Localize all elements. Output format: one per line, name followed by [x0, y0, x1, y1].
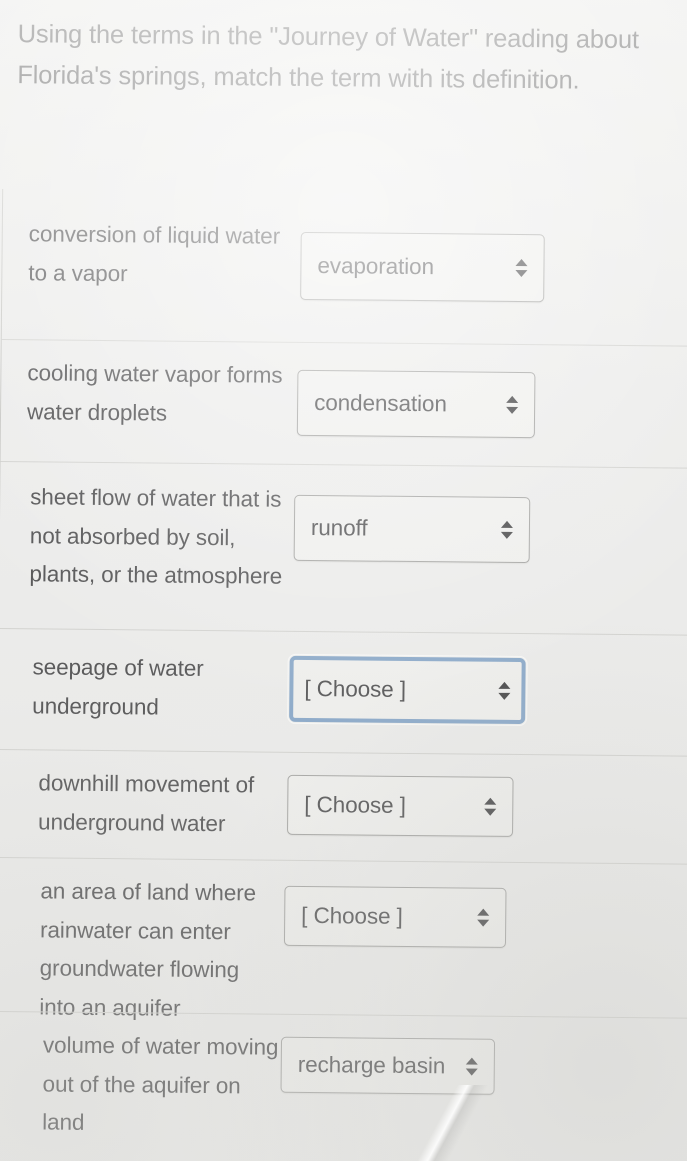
answer-select-0[interactable]: evaporation — [300, 231, 545, 303]
question-prompt: Using the terms in the "Journey of Water… — [17, 20, 640, 95]
answer-select-5-value: [ Choose ] — [301, 902, 403, 929]
term-definition-text: downhill movement of underground water — [37, 770, 255, 836]
answer-select-3[interactable]: [ Choose ] — [287, 653, 528, 727]
table-row: an area of land where rainwater can ente… — [0, 857, 687, 1021]
answer-select-0-value: evaporation — [317, 253, 435, 280]
answer-select-6-value: recharge basin — [297, 1051, 446, 1079]
answer-select-6[interactable]: recharge basin — [280, 1036, 496, 1095]
term-definition-text: seepage of water underground — [32, 654, 204, 720]
table-row: conversion of liquid water to a vapor ev… — [2, 189, 687, 346]
answer-select-3-value: [ Choose ] — [304, 675, 407, 702]
quiz-page: Using the terms in the "Journey of Water… — [0, 0, 687, 1161]
updown-chevron-icon — [475, 907, 491, 929]
updown-chevron-icon — [496, 680, 512, 702]
answer-select-1[interactable]: condensation — [296, 369, 536, 439]
matching-question-card: conversion of liquid water to a vapor ev… — [0, 189, 687, 1161]
table-row: downhill movement of underground water [… — [0, 749, 687, 864]
answer-select-2[interactable]: runoff — [293, 494, 531, 564]
term-definition-text: an area of land where rainwater can ente… — [39, 878, 257, 1021]
table-row: volume of water moving out of the aquife… — [0, 1011, 687, 1161]
term-definition-text: conversion of liquid water to a vapor — [28, 221, 281, 286]
updown-chevron-icon — [504, 394, 520, 416]
answer-select-5[interactable]: [ Choose ] — [283, 885, 507, 948]
answer-select-4[interactable]: [ Choose ] — [286, 774, 514, 837]
updown-chevron-icon — [464, 1056, 480, 1078]
table-row: seepage of water underground [ Choose ] — [0, 628, 687, 756]
updown-chevron-icon — [499, 519, 515, 541]
table-row: cooling water vapor forms water droplets… — [0, 339, 687, 468]
answer-select-2-value: runoff — [310, 515, 368, 541]
term-definition-text: cooling water vapor forms water droplets — [26, 360, 283, 426]
updown-chevron-icon — [482, 796, 498, 818]
term-definition-text: sheet flow of water that is not absorbed… — [29, 484, 283, 590]
table-row: sheet flow of water that is not absorbed… — [0, 461, 687, 635]
term-definition-text: volume of water moving out of the aquife… — [42, 1032, 279, 1136]
answer-select-1-value: condensation — [314, 390, 447, 417]
updown-chevron-icon — [513, 257, 529, 279]
answer-select-4-value: [ Choose ] — [304, 791, 406, 818]
